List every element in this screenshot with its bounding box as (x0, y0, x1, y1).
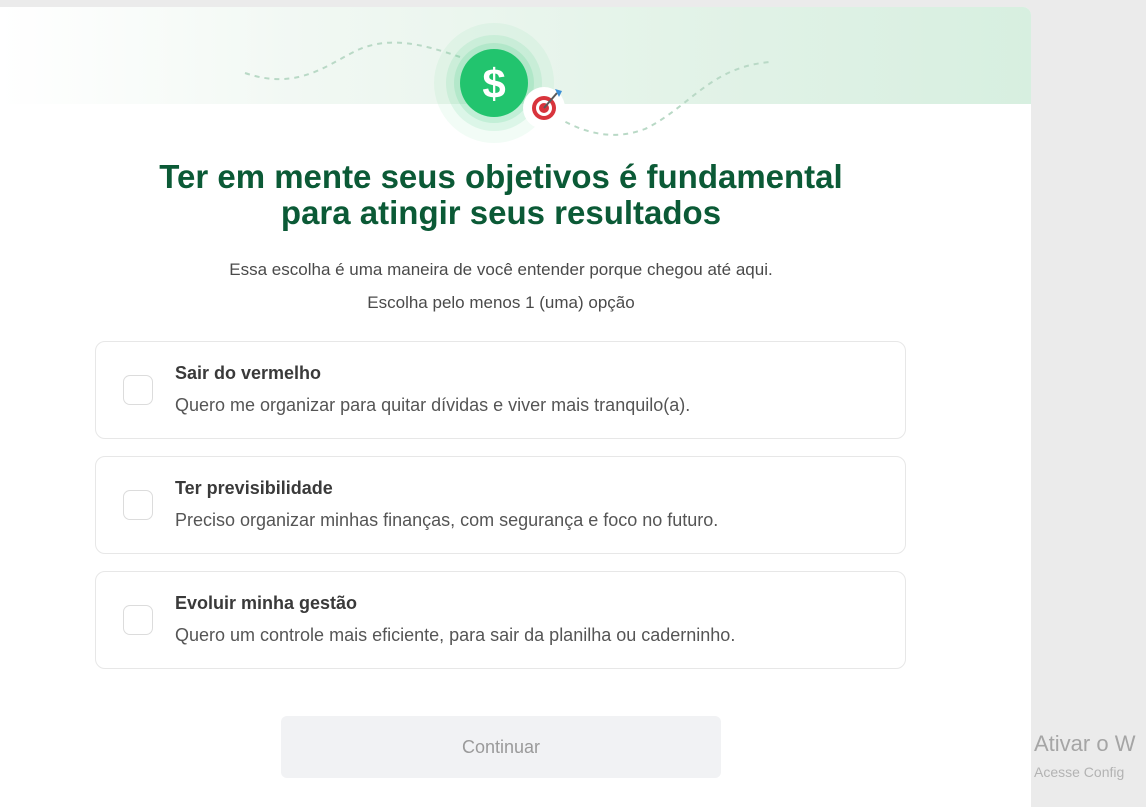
page-title-line1: Ter em mente seus objetivos é fundamenta… (159, 158, 843, 195)
option-title: Evoluir minha gestão (175, 593, 358, 613)
option-description: Quero um controle mais eficiente, para s… (175, 625, 736, 645)
option-ter-previsibilidade[interactable]: Ter previsibilidade Preciso organizar mi… (95, 456, 906, 554)
option-checkbox[interactable] (123, 605, 153, 635)
onboarding-panel: $ Ter em mente seus objetivos é fundamen… (0, 7, 1031, 807)
dollar-coin-icon: $ (460, 49, 528, 117)
continue-button[interactable]: Continuar (281, 716, 721, 778)
option-checkbox[interactable] (123, 375, 153, 405)
svg-text:$: $ (482, 60, 505, 107)
option-checkbox[interactable] (123, 490, 153, 520)
page-title: Ter em mente seus objetivos é fundamenta… (0, 159, 1002, 231)
page-subtitle: Essa escolha é uma maneira de você enten… (229, 260, 773, 279)
option-title: Ter previsibilidade (175, 478, 333, 498)
option-sair-do-vermelho[interactable]: Sair do vermelho Quero me organizar para… (95, 341, 906, 439)
option-evoluir-minha-gestao[interactable]: Evoluir minha gestão Quero um controle m… (95, 571, 906, 669)
page: $ Ter em mente seus objetivos é fundamen… (0, 0, 1146, 807)
page-title-line2: para atingir seus resultados (280, 194, 722, 231)
target-dart-icon (523, 87, 565, 129)
activation-watermark-subtitle: Acesse Config (1034, 764, 1125, 780)
activation-watermark-title: Ativar o W (1034, 731, 1136, 756)
option-title: Sair do vermelho (175, 363, 322, 383)
header-illustration: $ (244, 23, 771, 143)
selection-instruction: Escolha pelo menos 1 (uma) opção (367, 293, 635, 312)
option-description: Preciso organizar minhas finanças, com s… (175, 510, 719, 530)
option-description: Quero me organizar para quitar dívidas e… (175, 395, 691, 415)
